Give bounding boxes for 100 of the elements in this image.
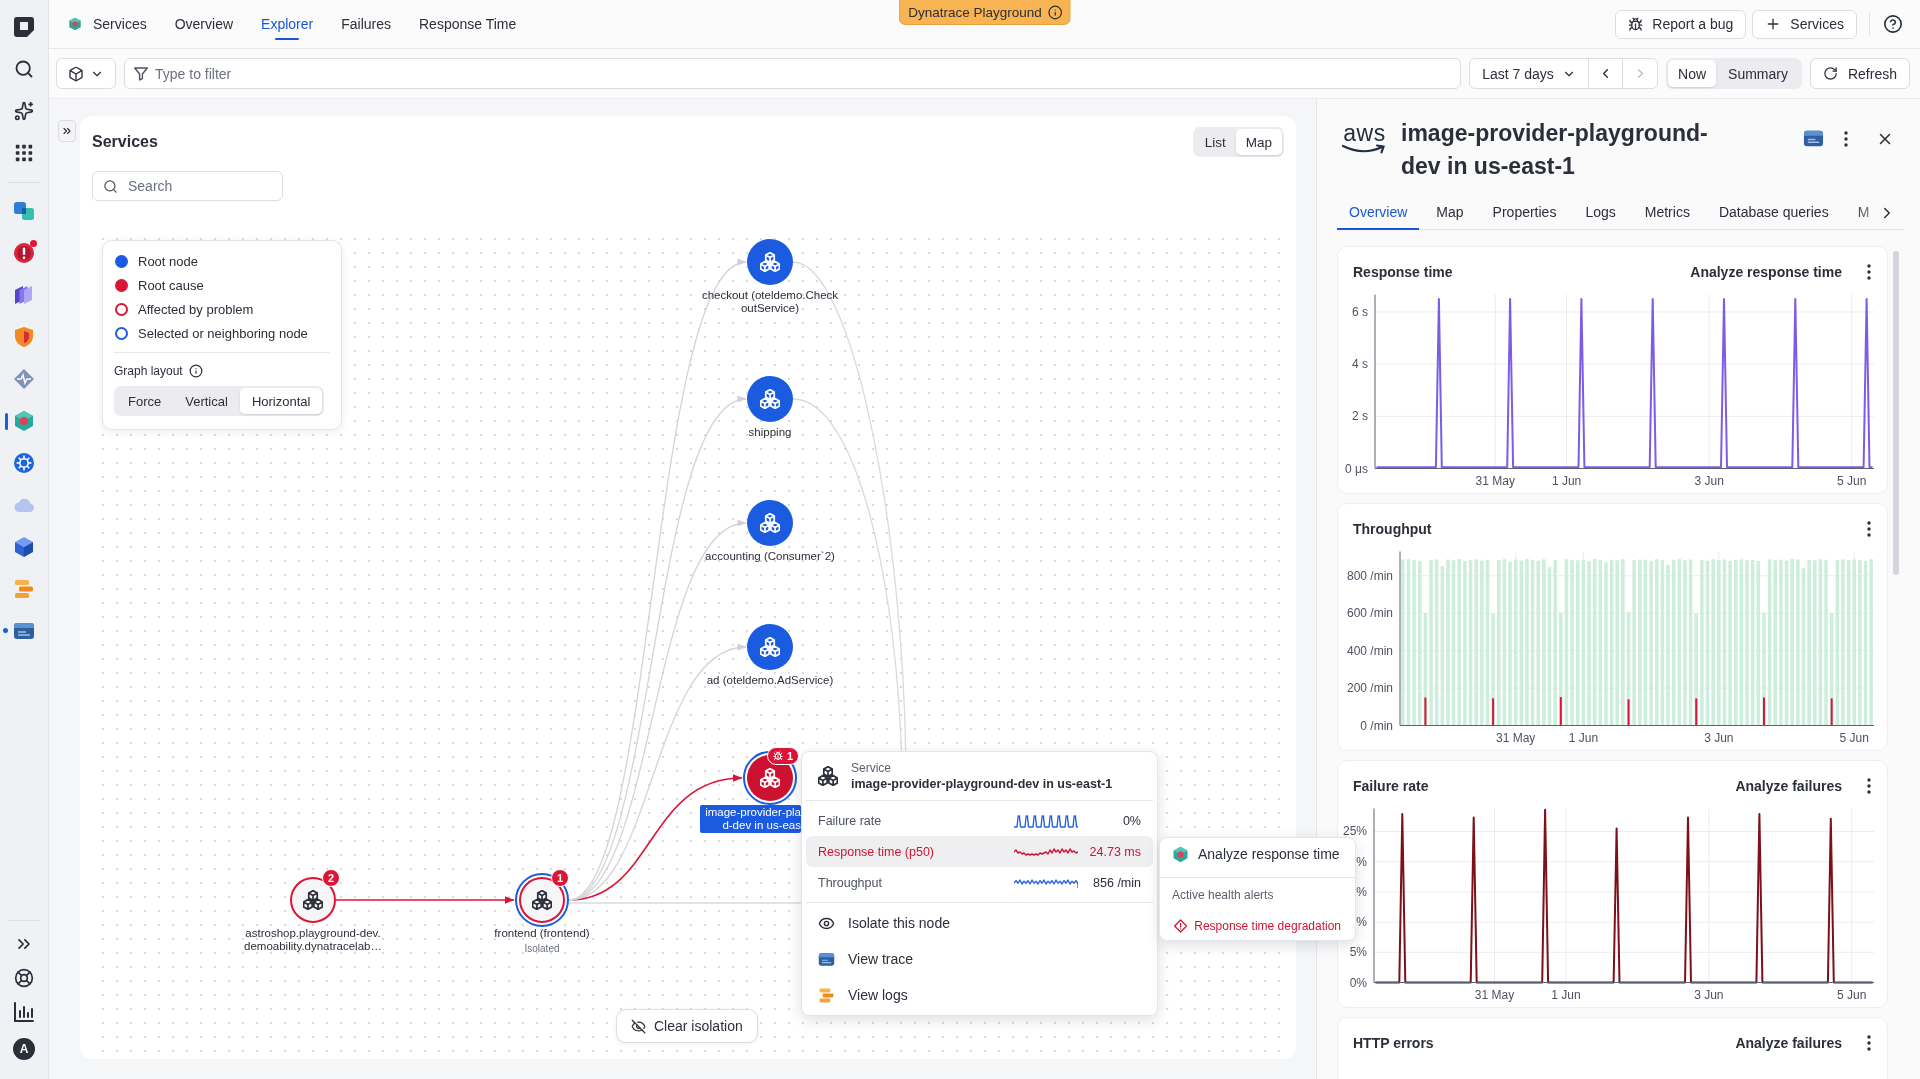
user-avatar[interactable]: A xyxy=(13,1038,35,1060)
node-label[interactable]: accounting (Consumer`2) xyxy=(700,550,840,563)
help-icon[interactable] xyxy=(1884,15,1902,33)
segment-button[interactable]: Horizontal xyxy=(239,388,323,414)
cube-cluster-icon[interactable] xyxy=(13,410,35,432)
legend-label: Selected or neighboring node xyxy=(138,325,308,341)
segment-button[interactable]: List xyxy=(1194,129,1236,155)
layout-switch[interactable]: Force Vertical Horizontal xyxy=(114,386,325,416)
service-node[interactable] xyxy=(515,873,569,927)
warning-icon xyxy=(1174,918,1188,934)
service-node[interactable] xyxy=(747,376,793,422)
axis-label: 5 Jun xyxy=(1839,730,1869,745)
cubes-icon xyxy=(818,766,838,786)
tab[interactable]: Overview xyxy=(1337,195,1420,230)
mode-switch[interactable]: Now Summary xyxy=(1666,58,1802,89)
double-chevron-icon xyxy=(61,125,73,137)
alert-link[interactable]: Response time degradation xyxy=(1160,913,1355,939)
analyze-button[interactable]: Analyze failures xyxy=(1735,778,1842,794)
shield-icon[interactable] xyxy=(13,326,35,348)
metric-label: Response time (p50) xyxy=(818,844,936,859)
cube-icon[interactable] xyxy=(13,536,35,558)
sparkle-icon[interactable] xyxy=(14,101,34,121)
nav-tab[interactable]: Response Time xyxy=(405,0,531,48)
nav-tab[interactable]: Overview xyxy=(160,0,248,48)
smile-arrow-icon xyxy=(1341,144,1388,154)
timeframe-dropdown[interactable]: Last 7 days xyxy=(1469,58,1590,89)
analyze-button[interactable]: Analyze response time xyxy=(1690,264,1842,280)
layers-icon[interactable] xyxy=(13,284,35,306)
node-label[interactable]: shipping xyxy=(700,426,840,439)
wheel-icon[interactable] xyxy=(13,452,35,474)
expand-button[interactable] xyxy=(58,120,76,142)
axis-label: 1 Jun xyxy=(1568,730,1599,745)
tab[interactable]: Map xyxy=(1424,195,1476,230)
segment-button[interactable]: Vertical xyxy=(173,388,240,414)
axis-label: 3 Jun xyxy=(1694,987,1724,1002)
filter-field[interactable]: Type to filter xyxy=(124,58,1462,89)
nav-tab[interactable]: Failures xyxy=(327,0,405,48)
clear-isolation-button[interactable]: Clear isolation xyxy=(616,1009,758,1043)
refresh-button[interactable]: Refresh xyxy=(1809,58,1910,89)
segment-button[interactable]: Map xyxy=(1235,129,1282,155)
scrollbar-thumb[interactable] xyxy=(1893,251,1899,575)
node-label[interactable]: ad (oteldemo.AdService) xyxy=(700,674,840,687)
info-icon[interactable] xyxy=(1047,4,1063,20)
cubes-icon xyxy=(303,890,323,910)
axis-label: 31 May xyxy=(1496,730,1536,745)
segment-button[interactable]: Now xyxy=(1668,60,1717,87)
environment-banner[interactable]: Dynatrace Playground xyxy=(898,0,1071,25)
bar-chart-icon[interactable] xyxy=(14,1002,34,1022)
pulse-icon[interactable] xyxy=(13,368,35,390)
more-icon[interactable] xyxy=(1867,1035,1871,1051)
info-icon[interactable] xyxy=(188,364,203,378)
node-label[interactable]: astroshop.playground-dev.demoability.dynatracelab… xyxy=(243,927,383,953)
service-node[interactable] xyxy=(747,500,793,546)
menu-item[interactable]: Analyze response time xyxy=(1160,841,1355,867)
metric-row[interactable]: Throughput 856 /min xyxy=(806,867,1153,898)
more-icon[interactable] xyxy=(1844,130,1848,147)
alert-icon[interactable] xyxy=(13,242,35,264)
analyze-button[interactable]: Analyze failures xyxy=(1735,1035,1842,1051)
metric-row[interactable]: Response time (p50) 24.73 ms xyxy=(806,836,1153,867)
eye-off-icon xyxy=(631,1018,646,1034)
report-bug-button[interactable]: Report a bug xyxy=(1615,9,1747,39)
segment-button[interactable]: Force xyxy=(116,388,174,414)
menu-item[interactable]: View logs xyxy=(802,977,1157,1013)
nav-tab[interactable]: Explorer xyxy=(247,0,328,48)
window-icon[interactable] xyxy=(1803,128,1824,149)
window-icon[interactable] xyxy=(13,620,35,642)
menu-item[interactable]: Isolate this node xyxy=(802,905,1157,941)
node-label[interactable]: image-provider-pla d-dev in us-eas xyxy=(700,805,801,833)
tab[interactable]: Logs xyxy=(1573,195,1628,230)
refresh-icon xyxy=(1822,66,1838,81)
filter-icon xyxy=(134,67,148,81)
count-badge: 1 xyxy=(551,869,569,887)
node-label[interactable]: checkout (oteldemo.CheckoutService) xyxy=(700,289,840,315)
tab[interactable]: Properties xyxy=(1480,195,1569,230)
entity-type-dropdown[interactable] xyxy=(56,58,116,89)
tab[interactable]: Metrics xyxy=(1632,195,1702,230)
more-icon[interactable] xyxy=(1867,778,1871,794)
add-service-button[interactable]: Services xyxy=(1752,9,1857,39)
search-icon[interactable] xyxy=(14,59,34,79)
service-node[interactable] xyxy=(747,239,793,285)
grid-icon[interactable] xyxy=(14,143,34,163)
lifebuoy-icon[interactable] xyxy=(14,968,34,988)
logo-icon[interactable] xyxy=(12,15,36,39)
node-label[interactable]: frontend (frontend) xyxy=(472,927,612,940)
segment-button[interactable]: Summary xyxy=(1716,60,1800,87)
axis-label: % xyxy=(1356,915,1367,930)
tab[interactable]: M xyxy=(1845,195,1878,230)
search-field[interactable]: Search xyxy=(92,171,283,201)
metric-row[interactable]: Failure rate 0% xyxy=(806,805,1153,836)
cubes-icon xyxy=(760,252,780,272)
service-node[interactable] xyxy=(747,624,793,670)
menu-item[interactable]: View trace xyxy=(802,941,1157,977)
cube-cluster-icon xyxy=(68,17,82,31)
more-icon[interactable] xyxy=(1867,264,1871,280)
axis-label: 5 Jun xyxy=(1837,473,1867,488)
more-icon[interactable] xyxy=(1867,521,1871,537)
view-switch[interactable]: List Map xyxy=(1192,127,1284,157)
entity-type: Service xyxy=(851,760,892,776)
tiles-icon[interactable] xyxy=(13,200,35,222)
tab[interactable]: Database queries xyxy=(1706,195,1841,230)
